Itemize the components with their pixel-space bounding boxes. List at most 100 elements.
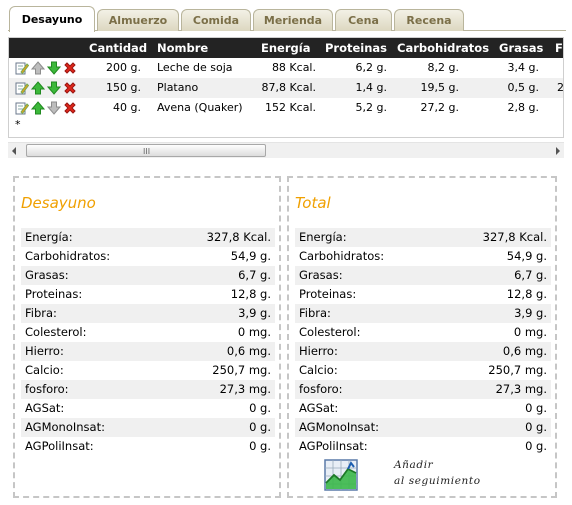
arrow-down-icon[interactable] — [47, 101, 61, 115]
nutrient-value: 27,3 mg. — [219, 382, 271, 396]
nutrient-row: Energía: 327,8 Kcal. — [295, 228, 551, 247]
cell-cantidad: 150 g. — [106, 81, 141, 94]
cell-carbohidratos: 19,5 g. — [420, 81, 459, 94]
cell-proteinas: 5,2 g. — [355, 101, 387, 114]
col-nombre[interactable]: Nombre — [157, 38, 208, 58]
col-carbohidratos[interactable]: Carbohidratos — [397, 38, 489, 58]
table-row[interactable]: 40 g. Avena (Quaker) 152 Kcal. 5,2 g. 27… — [9, 98, 563, 118]
nutrient-row: Grasas: 6,7 g. — [21, 266, 275, 285]
grid-horizontal-scrollbar[interactable]: III — [8, 142, 564, 158]
col-energia[interactable]: Energía — [261, 38, 310, 58]
cell-carbohidratos: 27,2 g. — [420, 101, 459, 114]
nutrient-row: AGMonoInsat: 0 g. — [295, 418, 551, 437]
nutrient-label: AGMonoInsat: — [299, 420, 379, 434]
nutrient-row: Colesterol: 0 mg. — [21, 323, 275, 342]
delete-icon[interactable] — [63, 81, 77, 95]
cell-cantidad: 200 g. — [106, 61, 141, 74]
nutrient-value: 54,9 g. — [230, 249, 271, 263]
nutrient-row: Hierro: 0,6 mg. — [21, 342, 275, 361]
nutrient-label: Carbohidratos: — [299, 249, 385, 263]
edit-icon[interactable] — [15, 81, 29, 95]
cell-energia: 88 Kcal. — [271, 61, 316, 74]
nutrient-value: 3,9 g. — [238, 306, 271, 320]
col-cantidad[interactable]: Cantidad — [89, 38, 147, 58]
arrow-up-icon[interactable] — [31, 61, 45, 75]
meal-tabs: Desayuno Almuerzo Comida Merienda Cena R… — [0, 0, 572, 37]
nutrient-label: Colesterol: — [299, 325, 361, 339]
nutrient-row: Fibra: 3,9 g. — [21, 304, 275, 323]
cell-extra: 2 — [557, 81, 564, 94]
row-actions — [15, 61, 81, 75]
nutrient-value: 0 g. — [249, 439, 271, 453]
tracking-line2: al seguimiento — [394, 475, 481, 487]
cell-proteinas: 6,2 g. — [355, 61, 387, 74]
scroll-left-icon[interactable] — [12, 147, 16, 155]
nutrient-row: Carbohidratos: 54,9 g. — [21, 247, 275, 266]
nutrient-value: 0 g. — [249, 420, 271, 434]
nutrient-label: Calcio: — [25, 363, 64, 377]
tab-merienda[interactable]: Merienda — [253, 9, 333, 31]
grid-header: Cantidad Nombre Energía Proteinas Carboh… — [9, 38, 563, 58]
nutrient-label: AGMonoInsat: — [25, 420, 105, 434]
nutrient-row: Hierro: 0,6 mg. — [295, 342, 551, 361]
nutrient-row: Proteinas: 12,8 g. — [21, 285, 275, 304]
col-proteinas[interactable]: Proteinas — [325, 38, 387, 58]
nutrient-row: AGPoliInsat: 0 g. — [21, 437, 275, 456]
cell-nombre: Avena (Quaker) — [157, 101, 243, 114]
meal-summary-title: Desayuno — [21, 194, 96, 212]
new-row-marker[interactable]: * — [15, 118, 21, 131]
row-actions — [15, 81, 81, 95]
nutrient-label: Colesterol: — [25, 325, 87, 339]
nutrient-value: 250,7 mg. — [212, 363, 271, 377]
delete-icon[interactable] — [63, 61, 77, 75]
add-to-tracking-label: Añadir al seguimiento — [394, 457, 481, 489]
nutrient-value: 327,8 Kcal. — [206, 230, 271, 244]
cell-cantidad: 40 g. — [113, 101, 141, 114]
add-to-tracking-button[interactable]: Añadir al seguimiento — [320, 453, 500, 495]
cell-nombre: Platano — [157, 81, 199, 94]
delete-icon[interactable] — [63, 101, 77, 115]
edit-icon[interactable] — [15, 61, 29, 75]
tab-comida[interactable]: Comida — [181, 9, 251, 31]
arrow-down-icon[interactable] — [47, 61, 61, 75]
nutrient-label: Calcio: — [299, 363, 338, 377]
arrow-up-icon[interactable] — [31, 81, 45, 95]
nutrient-value: 6,7 g. — [238, 268, 271, 282]
nutrient-label: Fibra: — [25, 306, 57, 320]
nutrient-label: fosforo: — [25, 382, 69, 396]
nutrient-label: Grasas: — [25, 268, 69, 282]
nutrient-label: Energía: — [25, 230, 73, 244]
tab-almuerzo[interactable]: Almuerzo — [97, 9, 179, 31]
table-row[interactable]: 150 g. Platano 87,8 Kcal. 1,4 g. 19,5 g.… — [9, 78, 564, 98]
nutrient-value: 0 g. — [525, 439, 547, 453]
tracking-line1: Añadir — [394, 459, 434, 471]
tab-recena[interactable]: Recena — [394, 9, 464, 31]
nutrient-value: 250,7 mg. — [488, 363, 547, 377]
arrow-up-icon[interactable] — [31, 101, 45, 115]
nutrient-value: 0 g. — [525, 401, 547, 415]
nutrient-label: Hierro: — [25, 344, 64, 358]
cell-grasas: 3,4 g. — [507, 61, 539, 74]
nutrient-row: fosforo: 27,3 mg. — [21, 380, 275, 399]
nutrient-value: 0 g. — [525, 420, 547, 434]
table-row[interactable]: 200 g. Leche de soja 88 Kcal. 6,2 g. 8,2… — [9, 58, 563, 78]
tab-desayuno[interactable]: Desayuno — [9, 6, 95, 32]
nutrient-value: 6,7 g. — [514, 268, 547, 282]
nutrient-label: Grasas: — [299, 268, 343, 282]
tab-cena[interactable]: Cena — [335, 9, 392, 31]
arrow-down-icon[interactable] — [47, 81, 61, 95]
nutrient-label: AGPoliInsat: — [25, 439, 94, 453]
nutrient-value: 327,8 Kcal. — [482, 230, 547, 244]
cell-nombre: Leche de soja — [157, 61, 233, 74]
col-extra[interactable]: F — [555, 38, 563, 58]
col-grasas[interactable]: Grasas — [499, 38, 543, 58]
nutrient-row: Proteinas: 12,8 g. — [295, 285, 551, 304]
scroll-right-icon[interactable] — [556, 147, 560, 155]
edit-icon[interactable] — [15, 101, 29, 115]
nutrient-label: Proteinas: — [25, 287, 83, 301]
cell-carbohidratos: 8,2 g. — [427, 61, 459, 74]
nutrient-row: Calcio: 250,7 mg. — [295, 361, 551, 380]
scroll-thumb[interactable]: III — [26, 144, 266, 157]
nutrient-label: Hierro: — [299, 344, 338, 358]
nutrient-value: 12,8 g. — [230, 287, 271, 301]
